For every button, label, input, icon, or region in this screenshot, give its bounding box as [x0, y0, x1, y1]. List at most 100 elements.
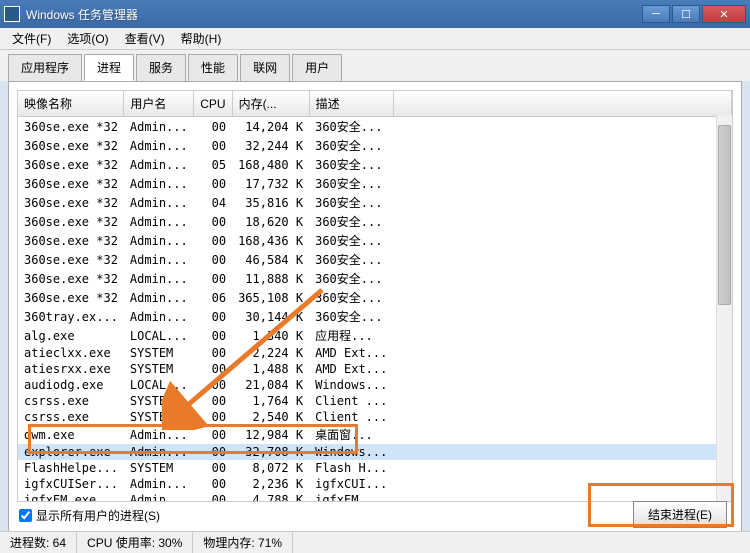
cell-mem: 168,436 K [232, 231, 309, 250]
cell-cpu: 00 [194, 492, 232, 502]
cell-name: audiodg.exe [18, 377, 124, 393]
table-row[interactable]: igfxCUISer...Admin...002,236 KigfxCUI... [18, 476, 732, 492]
end-process-button[interactable]: 结束进程(E) [633, 501, 727, 528]
cell-cpu: 06 [194, 288, 232, 307]
cell-mem: 1,488 K [232, 361, 309, 377]
close-button[interactable]: ✕ [702, 5, 746, 23]
cell-cpu: 00 [194, 345, 232, 361]
table-row[interactable]: 360se.exe *32Admin...0017,732 K360安全... [18, 174, 732, 193]
cell-desc: igfxEM ... [309, 492, 393, 502]
tab-users[interactable]: 用户 [292, 54, 342, 81]
table-row[interactable]: atieclxx.exeSYSTEM002,224 KAMD Ext... [18, 345, 732, 361]
col-header-cpu[interactable]: CPU [194, 91, 232, 117]
col-header-mem[interactable]: 内存(... [232, 91, 309, 117]
cell-cpu: 00 [194, 136, 232, 155]
status-cpu-usage: CPU 使用率: 30% [77, 532, 193, 553]
table-row[interactable]: 360se.exe *32Admin...0032,244 K360安全... [18, 136, 732, 155]
scrollbar-track[interactable] [716, 115, 732, 501]
table-row[interactable]: 360se.exe *32Admin...0018,620 K360安全... [18, 212, 732, 231]
col-header-desc[interactable]: 描述 [309, 91, 393, 117]
cell-name: 360se.exe *32 [18, 288, 124, 307]
cell-desc: Flash H... [309, 460, 393, 476]
cell-name: FlashHelpe... [18, 460, 124, 476]
table-row[interactable]: 360se.exe *32Admin...0046,584 K360安全... [18, 250, 732, 269]
cell-mem: 21,084 K [232, 377, 309, 393]
cell-mem: 18,620 K [232, 212, 309, 231]
table-row[interactable]: dwm.exeAdmin...0012,984 K桌面窗... [18, 425, 732, 444]
cell-desc: 360安全... [309, 136, 393, 155]
tab-services[interactable]: 服务 [136, 54, 186, 81]
cell-cpu: 04 [194, 193, 232, 212]
cell-name: 360se.exe *32 [18, 174, 124, 193]
cell-cpu: 00 [194, 231, 232, 250]
tab-applications[interactable]: 应用程序 [8, 54, 82, 81]
show-all-users-row: 显示所有用户的进程(S) [19, 507, 160, 524]
cell-cpu: 00 [194, 444, 232, 460]
cell-mem: 1,340 K [232, 326, 309, 345]
cell-cpu: 00 [194, 269, 232, 288]
window-title: Windows 任务管理器 [26, 6, 642, 23]
table-row[interactable]: 360se.exe *32Admin...00168,436 K360安全... [18, 231, 732, 250]
cell-cpu: 00 [194, 393, 232, 409]
table-row[interactable]: atiesrxx.exeSYSTEM001,488 KAMD Ext... [18, 361, 732, 377]
table-row[interactable]: igfxEM.exeAdmin...004,788 KigfxEM ... [18, 492, 732, 502]
table-row[interactable]: FlashHelpe...SYSTEM008,072 KFlash H... [18, 460, 732, 476]
cell-mem: 8,072 K [232, 460, 309, 476]
cell-desc: 360安全... [309, 269, 393, 288]
cell-name: dwm.exe [18, 425, 124, 444]
cell-mem: 30,144 K [232, 307, 309, 326]
table-row[interactable]: csrss.exeSYSTEM001,764 KClient ... [18, 393, 732, 409]
cell-user: Admin... [124, 269, 194, 288]
table-row[interactable]: 360se.exe *32Admin...05168,480 K360安全... [18, 155, 732, 174]
maximize-button[interactable]: ☐ [672, 5, 700, 23]
table-row[interactable]: 360se.exe *32Admin...0014,204 K360安全... [18, 117, 732, 137]
menu-options[interactable]: 选项(O) [59, 28, 116, 49]
cell-desc: AMD Ext... [309, 345, 393, 361]
table-row[interactable]: 360se.exe *32Admin...0011,888 K360安全... [18, 269, 732, 288]
table-row[interactable]: alg.exeLOCAL...001,340 K应用程... [18, 326, 732, 345]
cell-desc: 360安全... [309, 212, 393, 231]
cell-cpu: 00 [194, 307, 232, 326]
cell-cpu: 00 [194, 409, 232, 425]
cell-name: igfxEM.exe [18, 492, 124, 502]
cell-name: 360tray.ex... [18, 307, 124, 326]
table-row[interactable]: explorer.exeAdmin...0032,708 KWindows... [18, 444, 732, 460]
cell-mem: 365,108 K [232, 288, 309, 307]
cell-user: Admin... [124, 492, 194, 502]
tab-performance[interactable]: 性能 [188, 54, 238, 81]
titlebar: Windows 任务管理器 ─ ☐ ✕ [0, 0, 750, 28]
cell-user: Admin... [124, 193, 194, 212]
tab-networking[interactable]: 联网 [240, 54, 290, 81]
cell-user: Admin... [124, 250, 194, 269]
menu-file[interactable]: 文件(F) [4, 28, 59, 49]
show-all-users-checkbox[interactable] [19, 509, 32, 522]
cell-name: csrss.exe [18, 409, 124, 425]
cell-user: Admin... [124, 136, 194, 155]
cell-name: 360se.exe *32 [18, 193, 124, 212]
cell-name: 360se.exe *32 [18, 212, 124, 231]
cell-desc: Windows... [309, 377, 393, 393]
table-row[interactable]: 360se.exe *32Admin...0435,816 K360安全... [18, 193, 732, 212]
col-header-name[interactable]: 映像名称 [18, 91, 124, 117]
table-row[interactable]: csrss.exeSYSTEM002,540 KClient ... [18, 409, 732, 425]
table-row[interactable]: 360se.exe *32Admin...06365,108 K360安全... [18, 288, 732, 307]
menu-help[interactable]: 帮助(H) [173, 28, 230, 49]
cell-mem: 32,708 K [232, 444, 309, 460]
cell-desc: 应用程... [309, 326, 393, 345]
cell-cpu: 00 [194, 361, 232, 377]
cell-name: 360se.exe *32 [18, 231, 124, 250]
tab-processes[interactable]: 进程 [84, 54, 134, 81]
cell-desc: 360安全... [309, 307, 393, 326]
table-row[interactable]: 360tray.ex...Admin...0030,144 K360安全... [18, 307, 732, 326]
col-header-user[interactable]: 用户名 [124, 91, 194, 117]
cell-user: Admin... [124, 425, 194, 444]
table-row[interactable]: audiodg.exeLOCAL...0021,084 KWindows... [18, 377, 732, 393]
cell-mem: 14,204 K [232, 117, 309, 137]
cell-cpu: 00 [194, 212, 232, 231]
menu-view[interactable]: 查看(V) [117, 28, 173, 49]
cell-user: SYSTEM [124, 393, 194, 409]
scrollbar-thumb[interactable] [718, 125, 731, 305]
cell-user: SYSTEM [124, 345, 194, 361]
cell-mem: 35,816 K [232, 193, 309, 212]
minimize-button[interactable]: ─ [642, 5, 670, 23]
